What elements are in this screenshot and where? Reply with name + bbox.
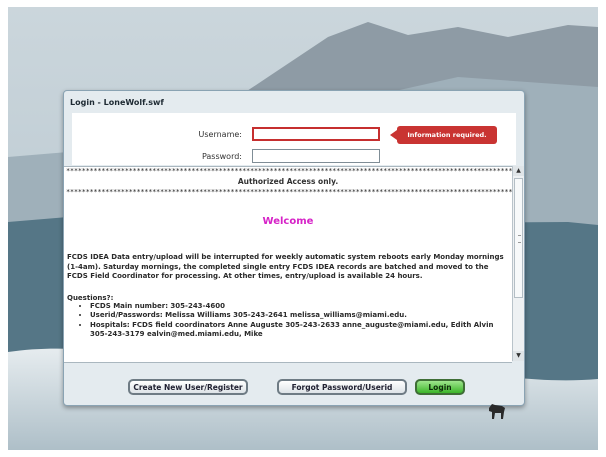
login-form: Username: Information required. Password… [72,113,516,165]
grip-icon [518,235,521,243]
contact-list: FCDS Main number: 305-243-4600 Userid/Pa… [64,302,512,340]
wolf-figure [489,404,505,419]
scroll-up-icon[interactable]: ▲ [513,166,524,176]
scroll-down-icon[interactable]: ▼ [513,351,524,361]
password-input[interactable] [252,149,380,163]
list-item: Hospitals: FCDS field coordinators Anne … [90,321,512,340]
username-label: Username: [198,130,242,139]
login-button[interactable]: Login [415,379,465,395]
message-panel: ****************************************… [64,166,512,363]
authorized-notice: Authorized Access only. [237,177,339,186]
message-scrollbar[interactable]: ▲ ▼ [512,166,524,361]
username-input[interactable] [252,127,380,141]
password-label: Password: [201,152,242,161]
create-user-button[interactable]: Create New User/Register [128,379,248,395]
welcome-heading: Welcome [262,216,314,227]
forgot-password-button[interactable]: Forgot Password/Userid [277,379,407,395]
login-dialog: Login - LoneWolf.swf Username: Informati… [63,90,525,406]
stars-divider-bottom: ****************************************… [66,188,512,196]
list-item: Userid/Passwords: Melissa Williams 305-2… [90,311,512,321]
questions-heading: Questions?: [67,293,114,302]
scroll-thumb[interactable] [514,178,523,298]
list-item: FCDS Main number: 305-243-4600 [90,302,512,312]
desktop-background: Login - LoneWolf.swf Username: Informati… [8,7,598,450]
error-tooltip: Information required. [390,126,497,144]
stars-divider-top: ****************************************… [66,167,512,175]
dialog-title: Login - LoneWolf.swf [70,98,164,107]
maintenance-paragraph: FCDS IDEA Data entry/upload will be inte… [67,253,504,280]
